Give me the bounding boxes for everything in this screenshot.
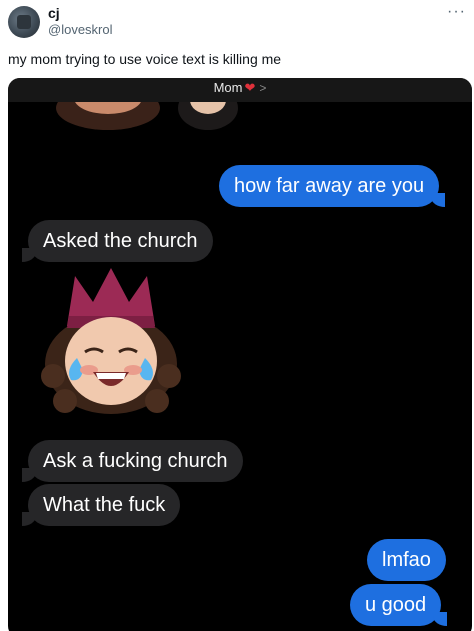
contact-name-label: Mom [213,80,243,95]
tweet-header: cj @loveskrol ··· [0,0,474,44]
tweet-text: my mom trying to use voice text is killi… [8,51,282,67]
message-bubble-received[interactable]: Asked the church [22,220,213,262]
message-bubble-received[interactable]: What the fuck [21,484,181,526]
message-bubble-sent[interactable]: how far away are you [219,165,446,207]
message-screenshot: Mom ❤ > how far away are you Asked the chu… [8,78,472,631]
user-handle[interactable]: @loveskrol [48,22,113,37]
message-bubble-sent[interactable]: u good [350,584,448,626]
message-bubble-sent[interactable]: lmfao [367,539,446,581]
memoji-cropped-icon [56,102,238,130]
crying-laughing-memoji-icon[interactable] [41,266,181,416]
chevron-right-icon: > [259,81,267,95]
display-name[interactable]: cj [48,5,60,21]
chat-header: Mom ❤ > [8,78,472,102]
heart-icon: ❤ [244,80,256,95]
message-bubble-received[interactable]: Ask a fucking church [22,440,243,482]
more-options-icon[interactable]: ··· [447,3,466,21]
avatar[interactable] [8,6,40,38]
contact-name: Mom ❤ > [8,80,472,96]
